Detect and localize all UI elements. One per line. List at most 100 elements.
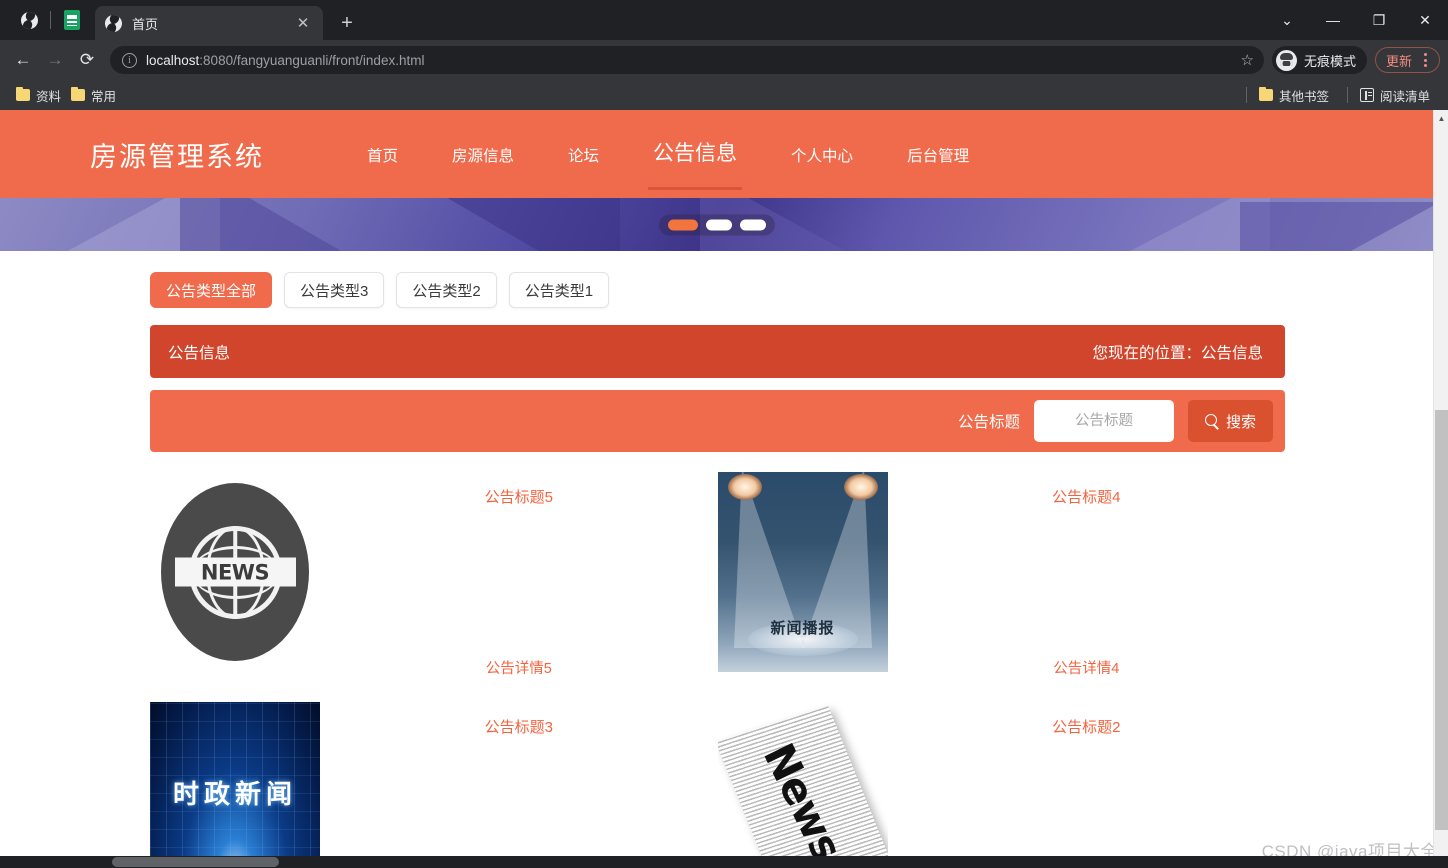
address-bar-url: localhost:8080/fangyuanguanli/front/inde… (146, 53, 1233, 68)
search-button-label: 搜索 (1225, 413, 1256, 431)
banner-carousel (0, 198, 1433, 251)
sheets-icon (64, 10, 80, 30)
update-button[interactable]: 更新 (1374, 47, 1440, 73)
browser-toolbar: ← → ⟳ i localhost:8080/fangyuanguanli/fr… (0, 40, 1448, 80)
announcement-item: NEWS 公告标题5 公告详情5 (150, 468, 718, 698)
announcement-title[interactable]: 公告标题5 (485, 486, 553, 507)
announcement-title[interactable]: 公告标题2 (1052, 716, 1120, 737)
incognito-indicator[interactable]: 无痕模式 (1271, 46, 1367, 74)
nav-item-personal-center[interactable]: 个人中心 (764, 140, 880, 174)
stage-broadcast-image: 新闻播报 (717, 472, 888, 672)
banner-polygon (1240, 202, 1433, 251)
banner-polygon (1040, 198, 1270, 251)
reload-icon[interactable]: ⟳ (72, 45, 102, 75)
chrome-menu-icon[interactable] (1415, 50, 1435, 70)
announcement-thumbnail[interactable]: NEWS (150, 472, 320, 672)
browser-window: 首页 ✕ + ⌄ — ❐ ✕ ← → ⟳ i localhost:8080/fa… (0, 0, 1448, 868)
carousel-dot-2[interactable] (705, 219, 732, 230)
bookmark-item-1[interactable]: 常用 (69, 83, 124, 108)
folder-icon (71, 86, 86, 101)
filter-chip-type1[interactable]: 公告类型1 (508, 272, 610, 308)
page-viewport: 房源管理系统 首页 房源信息 论坛 公告信息 个人中心 后台管理 公告类型全部 … (0, 110, 1448, 868)
tab-divider (50, 11, 51, 29)
sheets-pinned-tab[interactable] (55, 3, 89, 37)
announcement-item: News 公告标题2 (717, 698, 1286, 868)
divider (1346, 87, 1348, 103)
announcement-thumbnail[interactable]: News (717, 702, 888, 868)
tab-strip: 首页 ✕ + ⌄ — ❐ ✕ (0, 0, 1448, 40)
page-scrollbar[interactable]: ▲ (1433, 110, 1448, 868)
minimize-button[interactable]: — (1310, 0, 1356, 40)
maximize-button[interactable]: ❐ (1356, 0, 1402, 40)
carousel-dot-1[interactable] (667, 219, 698, 230)
globe-icon (20, 11, 38, 29)
announcement-detail-link[interactable]: 公告详情5 (486, 657, 552, 678)
news-band-text: NEWS (200, 560, 270, 584)
pinned-tabs (12, 0, 89, 40)
folder-icon (1258, 86, 1273, 101)
announcement-title[interactable]: 公告标题3 (485, 716, 553, 737)
update-label: 更新 (1385, 53, 1412, 69)
address-bar[interactable]: i localhost:8080/fangyuanguanli/front/in… (110, 46, 1264, 74)
horizontal-scrollbar-thumb[interactable] (112, 857, 279, 867)
announcement-item: 时政新闻 365资讯简报 公告标题3 (150, 698, 718, 868)
other-bookmarks-label: 其他书签 (1278, 89, 1329, 104)
page-content: 公告类型全部 公告类型3 公告类型2 公告类型1 公告信息 您现在的位置：公告信… (0, 251, 1433, 868)
close-icon[interactable]: ✕ (293, 13, 313, 33)
scroll-up-icon[interactable]: ▲ (1434, 110, 1448, 126)
carousel-indicators (658, 214, 775, 235)
announcement-text: 公告标题4 公告详情4 (888, 468, 1286, 698)
globe-pinned-tab[interactable] (12, 3, 46, 37)
search-label: 公告标题 (957, 414, 1020, 431)
announcement-detail-link[interactable]: 公告详情4 (1053, 657, 1119, 678)
nav-item-announcements[interactable]: 公告信息 (626, 134, 764, 190)
window-close-button[interactable]: ✕ (1402, 0, 1448, 40)
folder-icon (16, 86, 30, 101)
newspaper-image: News (717, 702, 888, 868)
back-icon[interactable]: ← (8, 45, 38, 75)
announcement-text: 公告标题5 公告详情5 (320, 468, 718, 698)
filter-chip-all[interactable]: 公告类型全部 (150, 272, 273, 308)
site-info-icon[interactable]: i (122, 52, 137, 68)
tab-title: 首页 (132, 16, 159, 32)
search-button[interactable]: 搜索 (1187, 400, 1273, 442)
nav-item-forum[interactable]: 论坛 (541, 140, 626, 174)
announcement-title[interactable]: 公告标题4 (1052, 486, 1120, 507)
announcement-text: 公告标题3 (320, 698, 718, 868)
blue-image-title: 时政新闻 (172, 779, 297, 809)
bookmark-label: 资料 (36, 89, 62, 104)
incognito-icon (1275, 49, 1297, 71)
forward-icon[interactable]: → (40, 45, 70, 75)
horizontal-scrollbar[interactable] (0, 856, 1448, 868)
banner-polygon (430, 198, 620, 251)
scrollbar-thumb[interactable] (1435, 410, 1448, 830)
announcement-text: 公告标题2 (888, 698, 1286, 868)
search-input[interactable] (1033, 400, 1174, 442)
other-bookmarks-button[interactable]: 其他书签 (1257, 83, 1337, 108)
search-icon (1204, 414, 1219, 428)
nav-item-home[interactable]: 首页 (340, 140, 425, 174)
bookmark-star-icon[interactable]: ☆ (1241, 51, 1254, 69)
chevron-down-icon[interactable]: ⌄ (1264, 0, 1310, 40)
filter-chip-type2[interactable]: 公告类型2 (396, 272, 497, 308)
stage-image-text: 新闻播报 (770, 620, 835, 637)
announcement-list: NEWS 公告标题5 公告详情5 新闻播报 公告标题4 公告详情4 时政新闻 公… (0, 468, 1433, 868)
url-host: localhost (146, 52, 200, 68)
nav-item-admin[interactable]: 后台管理 (880, 140, 996, 174)
reading-list-label: 阅读清单 (1379, 89, 1430, 104)
section-title-bar: 公告信息 您现在的位置：公告信息 (150, 325, 1285, 378)
divider (1245, 87, 1247, 103)
breadcrumb: 您现在的位置：公告信息 (1092, 344, 1263, 362)
filter-chip-type3[interactable]: 公告类型3 (284, 272, 385, 308)
announcement-thumbnail[interactable]: 新闻播报 (717, 472, 888, 672)
bookmark-item-0[interactable]: 资料 (14, 83, 69, 108)
carousel-dot-3[interactable] (739, 219, 766, 230)
announcement-thumbnail[interactable]: 时政新闻 365资讯简报 (150, 702, 320, 868)
nav-item-house-info[interactable]: 房源信息 (425, 140, 541, 174)
new-tab-button[interactable]: + (333, 9, 361, 37)
bookmark-label: 常用 (91, 89, 117, 104)
window-controls: ⌄ — ❐ ✕ (1264, 0, 1448, 40)
browser-tab[interactable]: 首页 ✕ (95, 6, 323, 40)
reading-list-button[interactable]: 阅读清单 (1358, 83, 1438, 108)
reading-list-icon (1359, 88, 1374, 102)
